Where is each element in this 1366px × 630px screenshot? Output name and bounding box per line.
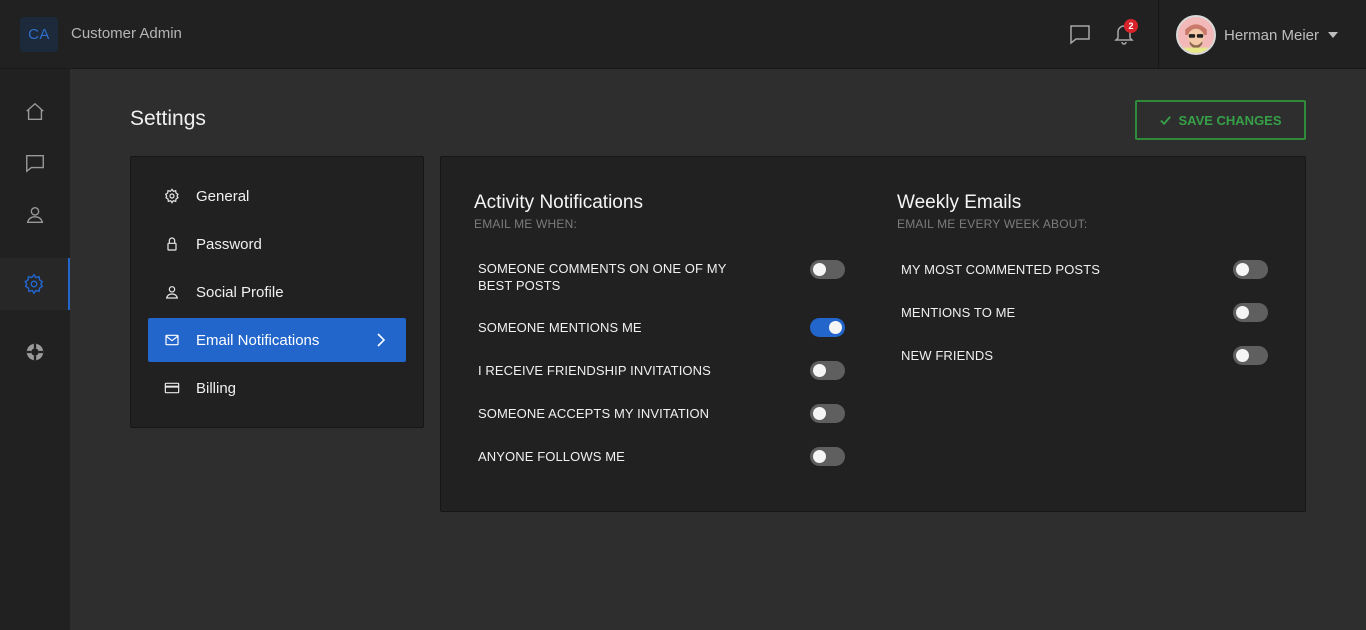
save-button-label: SAVE CHANGES	[1178, 112, 1282, 128]
toggle-mentions-to-me[interactable]	[1233, 303, 1268, 322]
toggle-comments-best-posts[interactable]	[810, 260, 845, 279]
notification-badge: 2	[1124, 19, 1138, 33]
weekly-option-label: MENTIONS TO ME	[901, 305, 1016, 320]
save-changes-button[interactable]: SAVE CHANGES	[1135, 100, 1306, 140]
toggle-anyone-follows[interactable]	[810, 447, 845, 466]
user-name: Herman Meier	[1224, 26, 1320, 44]
chat-icon	[26, 154, 44, 173]
toggle-knob	[1236, 306, 1249, 319]
menu-item-label: General	[196, 187, 250, 205]
check-icon	[1160, 115, 1172, 125]
toggle-knob	[813, 263, 826, 276]
activity-subtitle: EMAIL ME WHEN:	[474, 217, 578, 231]
menu-item-label: Social Profile	[196, 283, 284, 301]
toggle-new-friends[interactable]	[1233, 346, 1268, 365]
toggle-knob	[813, 407, 826, 420]
toggle-knob	[813, 364, 826, 377]
sidebar-item-help[interactable]	[0, 326, 70, 378]
activity-option-label: SOMEONE ACCEPTS MY INVITATION	[478, 406, 710, 421]
settings-menu: General Password Social Profile Email No…	[130, 156, 424, 428]
menu-item-billing[interactable]: Billing	[148, 366, 406, 410]
toggle-knob	[1236, 263, 1249, 276]
brand-logo[interactable]: CA	[20, 17, 58, 52]
activity-option-label: I RECEIVE FRIENDSHIP INVITATIONS	[478, 363, 711, 378]
credit-card-icon	[164, 380, 180, 396]
top-bar: CA Customer Admin 2 Herman Meier	[0, 0, 1366, 69]
sidebar-item-home[interactable]	[0, 86, 70, 138]
notifications-panel: Activity Notifications EMAIL ME WHEN: SO…	[440, 156, 1306, 512]
menu-item-label: Billing	[196, 379, 237, 397]
toggle-friendship-invitations[interactable]	[810, 361, 845, 380]
weekly-option-label: MY MOST COMMENTED POSTS	[901, 262, 1101, 277]
activity-option-label: SOMEONE COMMENTS ON ONE OF MY BEST POSTS	[478, 261, 727, 293]
toggle-knob	[829, 321, 842, 334]
weekly-subtitle: EMAIL ME EVERY WEEK ABOUT:	[897, 217, 1088, 231]
settings-icon	[24, 273, 44, 295]
app-name: Customer Admin	[71, 25, 182, 42]
lock-icon	[164, 236, 180, 252]
toggle-most-commented-posts[interactable]	[1233, 260, 1268, 279]
activity-title: Activity Notifications	[474, 192, 643, 213]
divider	[1158, 0, 1159, 69]
menu-item-password[interactable]: Password	[148, 222, 406, 266]
toggle-accepts-invitation[interactable]	[810, 404, 845, 423]
home-icon	[26, 102, 44, 121]
sidebar-item-users[interactable]	[0, 189, 70, 241]
activity-option-label: ANYONE FOLLOWS ME	[478, 449, 625, 464]
messages-icon[interactable]	[1068, 22, 1092, 46]
toggle-knob	[1236, 349, 1249, 362]
toggle-mentions-me[interactable]	[810, 318, 845, 337]
chevron-down-icon	[1328, 32, 1339, 38]
menu-item-email-notifications[interactable]: Email Notifications	[148, 318, 406, 362]
sidebar-item-messages[interactable]	[0, 137, 70, 189]
user-icon	[26, 206, 44, 224]
gear-icon	[164, 188, 180, 204]
help-icon	[26, 343, 44, 361]
avatar	[1176, 15, 1216, 55]
user-menu[interactable]: Herman Meier	[1176, 15, 1339, 55]
menu-item-social-profile[interactable]: Social Profile	[148, 270, 406, 314]
menu-item-general[interactable]: General	[148, 174, 406, 218]
envelope-icon	[164, 332, 180, 348]
weekly-option-label: NEW FRIENDS	[901, 348, 994, 363]
page-title: Settings	[130, 107, 206, 130]
menu-item-label: Email Notifications	[196, 331, 320, 349]
user-icon	[164, 284, 180, 300]
activity-option-label: SOMEONE MENTIONS ME	[478, 320, 642, 335]
menu-item-label: Password	[196, 235, 262, 253]
sidebar	[0, 69, 70, 630]
sidebar-item-settings[interactable]	[0, 258, 70, 310]
chevron-right-icon	[377, 333, 386, 347]
toggle-knob	[813, 450, 826, 463]
weekly-title: Weekly Emails	[897, 192, 1022, 213]
